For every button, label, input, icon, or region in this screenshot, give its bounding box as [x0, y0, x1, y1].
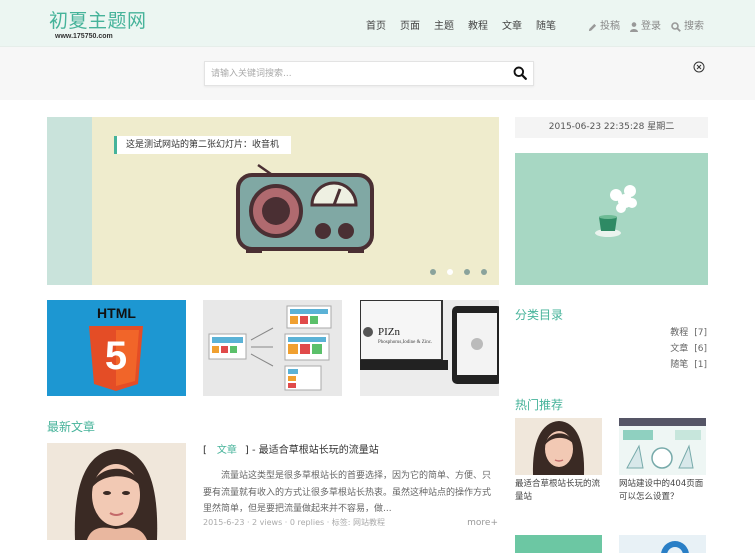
- article-title-link[interactable]: - 最适合草根站长玩的流量站: [252, 445, 379, 456]
- category-name: 文章: [670, 344, 689, 354]
- hot-item-1[interactable]: 最适合草根站长玩的流量站: [515, 418, 602, 504]
- category-count: [7]: [694, 328, 707, 338]
- devices-illustration: [360, 300, 499, 384]
- search-bar: [0, 46, 755, 100]
- slider-dot[interactable]: [447, 269, 453, 275]
- category-name: 教程: [670, 328, 689, 338]
- thumb-responsive[interactable]: [203, 300, 342, 396]
- date-time-display: 2015-06-23 22:35:28 星期二: [515, 117, 708, 138]
- slider-dots: [430, 269, 498, 275]
- bracket-open: [: [203, 445, 207, 456]
- logo-title: 初夏主题网: [49, 10, 147, 32]
- thumb-devices[interactable]: PIZn Phosphorus,Iodine & Zinc.: [360, 300, 499, 396]
- read-more-link[interactable]: more+: [467, 518, 498, 528]
- devices-label: PIZn: [378, 326, 400, 338]
- search-box: [204, 61, 534, 86]
- responsive-layout-illustration: [208, 305, 332, 391]
- logo-url: www.175750.com: [55, 33, 113, 40]
- bracket-close: ]: [244, 445, 249, 456]
- nav-item-articles[interactable]: 文章: [502, 20, 522, 34]
- pencil-icon: [588, 23, 597, 31]
- category-name: 随笔: [670, 360, 689, 370]
- search-submit-button[interactable]: [513, 66, 527, 83]
- portrait-photo: [47, 443, 186, 540]
- search-input[interactable]: [205, 62, 495, 85]
- submit-post-label: 投稿: [600, 21, 620, 32]
- hot-section-title: 热门推荐: [515, 398, 564, 412]
- site-logo[interactable]: 初夏主题网 www.175750.com: [49, 10, 147, 41]
- category-count: [6]: [694, 344, 707, 354]
- portrait-photo: [515, 418, 602, 475]
- search-toggle[interactable]: 搜索: [671, 20, 704, 34]
- teacup-illustration: [595, 185, 637, 237]
- nav-item-pages[interactable]: 页面: [400, 20, 420, 34]
- html5-label: HTML: [97, 305, 136, 321]
- article-excerpt: 流量站这类型是很多草根站长的首要选择，因为它的简单、方便、只要有流量就有收入的方…: [203, 471, 492, 514]
- hot-item-caption[interactable]: 最适合草根站长玩的流量站: [515, 478, 602, 504]
- category-section-title: 分类目录: [515, 308, 564, 322]
- category-list: 教程 [7] 文章 [6] 随笔 [1]: [515, 325, 708, 373]
- hot-item-3-image[interactable]: [515, 535, 602, 553]
- 404-page-image: [619, 418, 706, 475]
- hot-item-2[interactable]: 网站建设中的404页面可以怎么设置？: [619, 418, 706, 504]
- user-icon: [630, 22, 638, 32]
- devices-sub: Phosphorus,Iodine & Zinc.: [378, 340, 433, 345]
- featured-slider[interactable]: 这是测试网站的第二张幻灯片：收音机: [47, 117, 499, 285]
- article-meta: 2015-6-23 · 2 views · 0 replies · 标签: 网站…: [203, 518, 499, 528]
- main-nav: 首页 页面 主题 教程 文章 随笔: [366, 20, 570, 34]
- close-search-button[interactable]: [693, 61, 705, 76]
- search-icon: [671, 22, 681, 32]
- slider-dot[interactable]: [464, 269, 470, 275]
- slider-dot[interactable]: [430, 269, 436, 275]
- header-tools: 投稿 登录 搜索: [588, 20, 714, 34]
- blue-logo-image: [661, 541, 689, 553]
- hot-item-image[interactable]: [619, 418, 706, 475]
- slider-dot[interactable]: [481, 269, 487, 275]
- search-label: 搜索: [684, 21, 704, 32]
- category-item-articles[interactable]: 文章 [6]: [515, 341, 708, 357]
- nav-item-themes[interactable]: 主题: [434, 20, 454, 34]
- article-title-line: [ 文章] - 最适合草根站长玩的流量站: [203, 444, 499, 458]
- sidebar-banner[interactable]: [515, 153, 708, 285]
- category-item-notes[interactable]: 随笔 [1]: [515, 357, 708, 373]
- latest-section-title: 最新文章: [47, 420, 96, 434]
- slider-side-band: [47, 117, 92, 285]
- close-icon: [693, 61, 705, 73]
- hot-item-caption[interactable]: 网站建设中的404页面可以怎么设置？: [619, 478, 706, 504]
- nav-item-tutorials[interactable]: 教程: [468, 20, 488, 34]
- nav-item-home[interactable]: 首页: [366, 20, 386, 34]
- category-item-tutorials[interactable]: 教程 [7]: [515, 325, 708, 341]
- nav-item-notes[interactable]: 随笔: [536, 20, 556, 34]
- login-label: 登录: [641, 21, 661, 32]
- thumb-html5[interactable]: HTML 5: [47, 300, 186, 396]
- hot-item-4-image[interactable]: [619, 535, 706, 553]
- article-category-link[interactable]: 文章: [217, 445, 237, 456]
- search-icon: [513, 66, 527, 80]
- radio-illustration: [236, 163, 374, 253]
- html5-number: 5: [104, 334, 128, 378]
- article-thumbnail[interactable]: [47, 443, 186, 540]
- login-link[interactable]: 登录: [630, 20, 661, 34]
- category-count: [1]: [694, 360, 707, 370]
- slide-caption[interactable]: 这是测试网站的第二张幻灯片：收音机: [114, 136, 292, 154]
- article-summary: [ 文章] - 最适合草根站长玩的流量站 流量站这类型是很多草根站长的首要选择，因…: [203, 444, 499, 518]
- submit-post-link[interactable]: 投稿: [588, 20, 620, 34]
- site-header: 初夏主题网 www.175750.com 首页 页面 主题 教程 文章 随笔 投…: [0, 0, 755, 46]
- hot-item-image[interactable]: [515, 418, 602, 475]
- article-meta-text: 2015-6-23 · 2 views · 0 replies · 标签: 网站…: [203, 518, 386, 527]
